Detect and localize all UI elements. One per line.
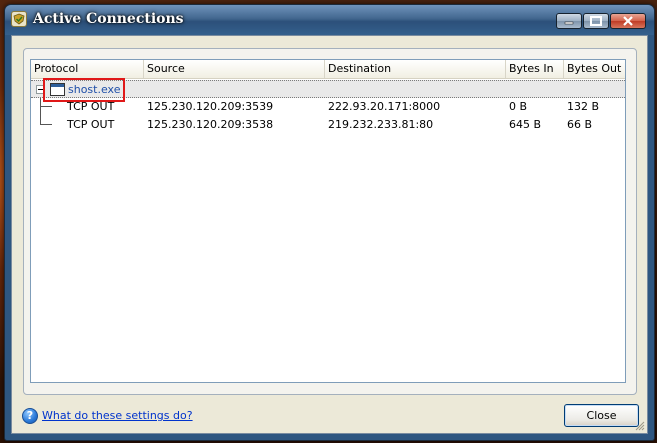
help-icon[interactable]: ? [22, 408, 38, 424]
dialog-client-area: Protocol Source Destination Bytes In Byt… [11, 35, 648, 434]
window-title: Active Connections [33, 11, 184, 27]
column-bytes-in[interactable]: Bytes In [506, 60, 564, 78]
close-icon [623, 16, 633, 26]
active-connections-window: Active Connections Protocol Source Desti… [4, 4, 655, 441]
minimize-icon [564, 21, 574, 25]
title-bar[interactable]: Active Connections [5, 5, 654, 35]
column-bytes-out[interactable]: Bytes Out [564, 60, 625, 78]
shield-icon [11, 11, 27, 27]
minimize-button[interactable] [556, 13, 582, 29]
maximize-icon [590, 16, 602, 26]
bytes-in-cell: 0 B [509, 100, 528, 113]
table-row[interactable]: TCP OUT 125.230.120.209:3539 222.93.20.1… [31, 98, 625, 116]
connections-group: Protocol Source Destination Bytes In Byt… [23, 48, 637, 395]
resize-grip-icon[interactable] [635, 421, 645, 431]
table-row[interactable]: TCP OUT 125.230.120.209:3538 219.232.233… [31, 116, 625, 134]
list-header: Protocol Source Destination Bytes In Byt… [31, 60, 625, 79]
maximize-button[interactable] [583, 13, 609, 29]
column-protocol[interactable]: Protocol [31, 60, 144, 78]
close-window-button[interactable] [610, 13, 646, 29]
bytes-out-cell: 132 B [567, 100, 600, 113]
bytes-in-cell: 645 B [509, 118, 542, 131]
help-link[interactable]: What do these settings do? [42, 409, 193, 422]
column-destination[interactable]: Destination [325, 60, 506, 78]
bytes-out-cell: 66 B [567, 118, 593, 131]
connections-list[interactable]: Protocol Source Destination Bytes In Byt… [30, 59, 626, 383]
destination-cell: 219.232.233.81:80 [328, 118, 434, 131]
source-cell: 125.230.120.209:3538 [147, 118, 274, 131]
process-row[interactable]: shost.exe [31, 78, 625, 102]
column-source[interactable]: Source [144, 60, 325, 78]
destination-cell: 222.93.20.171:8000 [328, 100, 441, 113]
protocol-cell: TCP OUT [67, 100, 115, 113]
protocol-cell: TCP OUT [67, 118, 115, 131]
close-button[interactable]: Close [564, 404, 639, 427]
source-cell: 125.230.120.209:3539 [147, 100, 274, 113]
